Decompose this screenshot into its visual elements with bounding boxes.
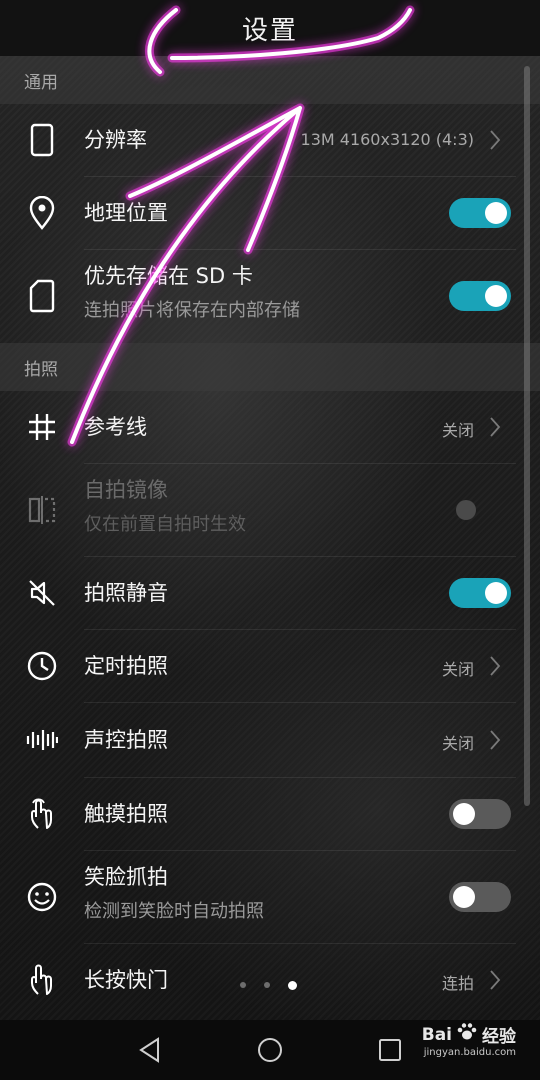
touch-hand-icon xyxy=(22,794,62,834)
baidu-jingyan-watermark: Bai 经验 jingyan.baidu.com xyxy=(396,1022,516,1062)
toggle-knob xyxy=(485,202,507,224)
setting-shutter-mute[interactable]: 拍照静音 xyxy=(0,557,516,629)
setting-selfie-mirror: 自拍镜像 仅在前置自拍时生效 xyxy=(0,464,516,556)
sd-card-icon xyxy=(22,276,62,316)
clock-icon xyxy=(22,646,62,686)
mirror-disabled-dot xyxy=(456,500,476,520)
camera-settings-screen: 设置 通用 分辨率 13M 4160x3120 (4:3) 地理位置 优先存储在… xyxy=(0,0,540,1080)
long-press-value: 连拍 xyxy=(441,974,474,993)
setting-description: 检测到笑脸时自动拍照 xyxy=(84,901,264,922)
setting-resolution[interactable]: 分辨率 13M 4160x3120 (4:3) xyxy=(0,104,516,176)
setting-label: 优先存储在 SD 卡 xyxy=(84,264,253,288)
location-toggle[interactable] xyxy=(449,198,511,228)
chevron-right-icon xyxy=(484,655,506,677)
page-indicator xyxy=(240,978,297,992)
toggle-knob xyxy=(453,886,475,908)
chevron-right-icon xyxy=(484,416,506,438)
page-dot xyxy=(240,982,246,988)
sd-storage-toggle[interactable] xyxy=(449,281,511,311)
toggle-knob xyxy=(485,582,507,604)
paw-icon xyxy=(456,1022,478,1047)
speaker-mute-icon xyxy=(22,573,62,613)
chevron-right-icon xyxy=(484,129,506,151)
setting-grid[interactable]: 参考线 关闭 xyxy=(0,391,516,463)
watermark-brand: Bai xyxy=(421,1024,452,1045)
back-icon[interactable] xyxy=(130,1030,170,1070)
mirror-icon xyxy=(22,490,62,530)
page-dot xyxy=(264,982,270,988)
sound-wave-icon xyxy=(22,720,62,760)
section-header-photo: 拍照 xyxy=(0,343,540,391)
setting-label: 参考线 xyxy=(84,415,147,439)
setting-label: 定时拍照 xyxy=(84,654,168,678)
mute-toggle[interactable] xyxy=(449,578,511,608)
smile-face-icon xyxy=(22,877,62,917)
home-icon[interactable] xyxy=(250,1030,290,1070)
chevron-right-icon xyxy=(484,729,506,751)
setting-description: 连拍照片将保存在内部存储 xyxy=(84,300,300,321)
watermark-suffix: 经验 xyxy=(482,1027,516,1047)
setting-label: 笑脸抓拍 xyxy=(84,865,168,889)
touch-toggle[interactable] xyxy=(449,799,511,829)
section-header-general: 通用 xyxy=(0,56,540,104)
title-bar: 设置 xyxy=(0,0,540,56)
location-pin-icon xyxy=(22,193,62,233)
setting-description: 仅在前置自拍时生效 xyxy=(84,514,246,535)
setting-label: 长按快门 xyxy=(84,968,168,992)
scrollbar[interactable] xyxy=(524,66,530,806)
timer-value: 关闭 xyxy=(441,660,474,679)
page-title: 设置 xyxy=(241,15,298,46)
setting-sd-storage[interactable]: 优先存储在 SD 卡 连拍照片将保存在内部存储 xyxy=(0,250,516,342)
setting-voice-capture[interactable]: 声控拍照 关闭 xyxy=(0,703,516,777)
setting-location[interactable]: 地理位置 xyxy=(0,177,516,249)
setting-label: 分辨率 xyxy=(84,128,147,152)
setting-label: 地理位置 xyxy=(84,201,168,225)
setting-smile-capture[interactable]: 笑脸抓拍 检测到笑脸时自动拍照 xyxy=(0,851,516,943)
page-dot-active xyxy=(288,980,297,990)
grid-value: 关闭 xyxy=(441,421,474,440)
setting-label: 自拍镜像 xyxy=(84,478,168,502)
long-press-hand-icon xyxy=(22,960,62,1000)
grid-icon xyxy=(22,407,62,447)
setting-timer[interactable]: 定时拍照 关闭 xyxy=(0,630,516,702)
toggle-knob xyxy=(485,285,507,307)
setting-label: 声控拍照 xyxy=(84,728,168,752)
voice-value: 关闭 xyxy=(441,734,474,753)
chevron-right-icon xyxy=(484,969,506,991)
toggle-knob xyxy=(453,803,475,825)
setting-label: 拍照静音 xyxy=(84,581,168,605)
resolution-value: 13M 4160x3120 (4:3) xyxy=(300,130,474,149)
phone-outline-icon xyxy=(22,120,62,160)
setting-label: 触摸拍照 xyxy=(84,802,168,826)
watermark-url: jingyan.baidu.com xyxy=(423,1047,516,1058)
smile-toggle[interactable] xyxy=(449,882,511,912)
setting-touch-capture[interactable]: 触摸拍照 xyxy=(0,778,516,850)
